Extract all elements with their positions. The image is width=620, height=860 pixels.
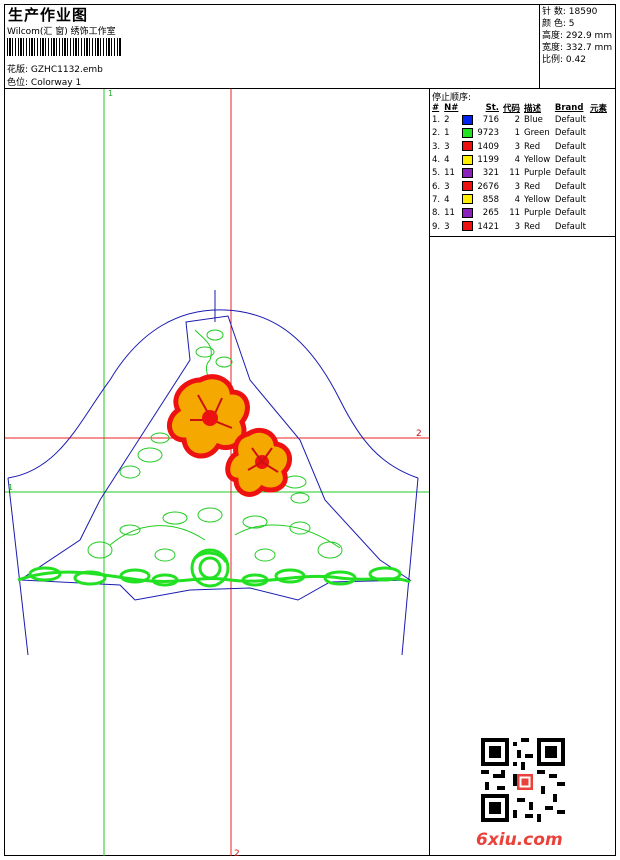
guide-label-h1: 1 xyxy=(8,483,13,492)
guide-label-v2: 2 xyxy=(234,849,240,859)
guide-label-v1: 1 xyxy=(108,89,113,98)
left-edge xyxy=(7,477,29,656)
border-vine xyxy=(17,548,411,588)
watermark-text: 6xiu.com xyxy=(476,830,563,850)
garment-outline xyxy=(7,290,419,656)
design-canvas: 1 2 2 1 xyxy=(5,89,429,859)
right-edge xyxy=(401,477,419,656)
flower-small xyxy=(225,427,293,497)
inner-outline xyxy=(18,315,412,601)
qr-code xyxy=(481,738,565,822)
guide-label-h2: 2 xyxy=(416,429,422,439)
